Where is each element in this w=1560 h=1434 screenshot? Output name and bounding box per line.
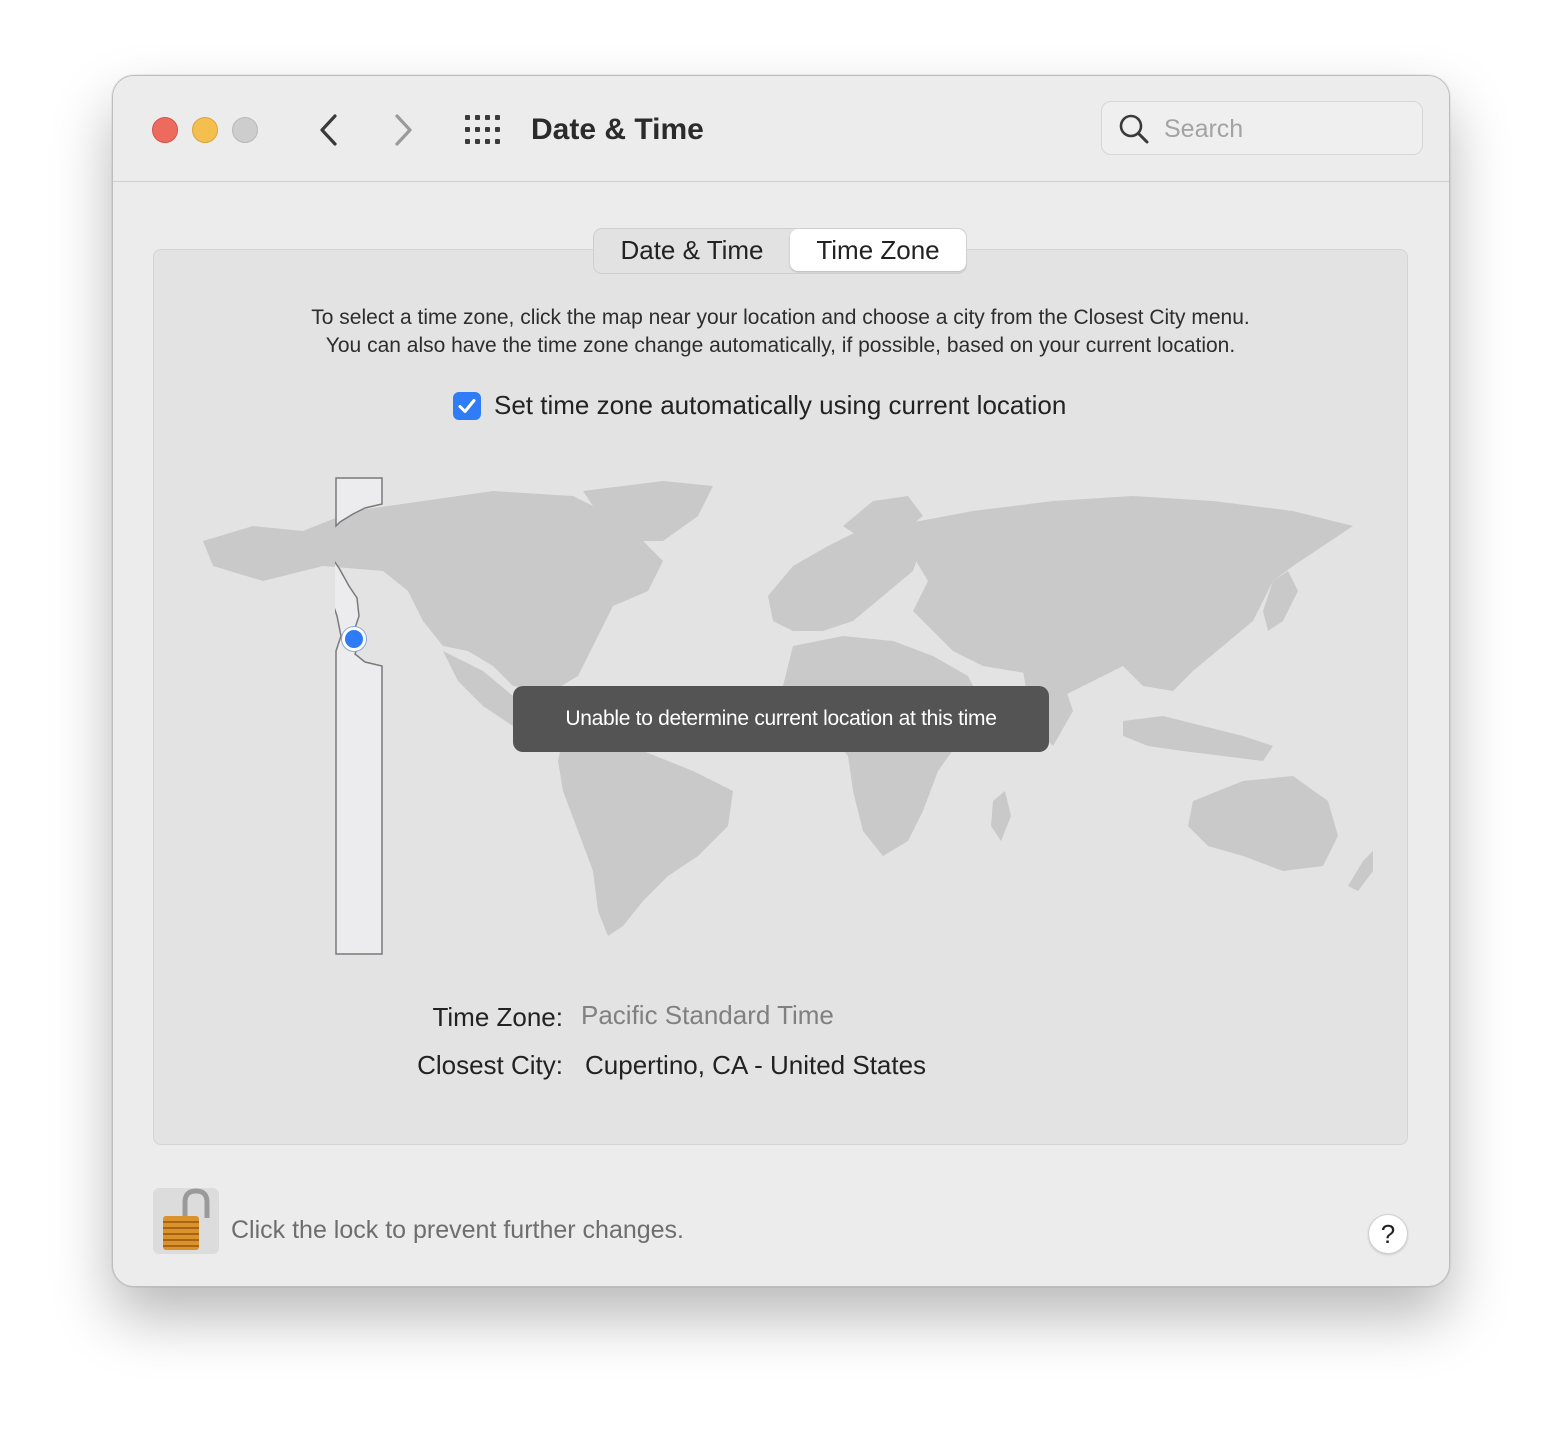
time-zone-value: Pacific Standard Time [581, 1000, 834, 1030]
grid-icon [465, 115, 500, 144]
current-location-marker [342, 627, 366, 651]
lock-button[interactable] [153, 1188, 219, 1254]
minimize-button[interactable] [192, 117, 218, 143]
instructions-line-2: You can also have the time zone change a… [325, 334, 1236, 357]
time-zone-highlight [335, 477, 383, 955]
help-button[interactable]: ? [1368, 1214, 1408, 1254]
close-button[interactable] [152, 117, 178, 143]
forward-button[interactable] [385, 110, 421, 150]
unlocked-padlock-icon [163, 1188, 210, 1250]
tab-bar: Date & Time Time Zone [593, 228, 967, 274]
system-preferences-window: Date & Time Date & Time Time Zone To sel… [112, 75, 1450, 1287]
time-zone-label: Time Zone: [432, 1002, 563, 1032]
auto-time-zone-checkbox[interactable] [453, 391, 481, 420]
instructions-text: To select a time zone, click the map nea… [153, 304, 1408, 360]
lock-status-text: Click the lock to prevent further change… [231, 1216, 685, 1244]
chevron-right-icon [395, 114, 412, 146]
search-icon [1119, 114, 1149, 144]
tab-date-time[interactable]: Date & Time [594, 229, 790, 271]
zoom-button[interactable] [232, 117, 258, 143]
search-input[interactable] [1162, 110, 1406, 148]
closest-city-dropdown[interactable]: Cupertino, CA - United States [585, 1050, 926, 1081]
auto-time-zone-option[interactable]: Set time zone automatically using curren… [453, 390, 1066, 421]
chevron-left-icon [320, 114, 337, 146]
tab-time-zone[interactable]: Time Zone [790, 229, 966, 271]
window-title: Date & Time [531, 113, 704, 146]
auto-time-zone-label: Set time zone automatically using curren… [494, 390, 1067, 420]
back-button[interactable] [311, 110, 347, 150]
title-bar: Date & Time [113, 76, 1449, 182]
instructions-line-1: To select a time zone, click the map nea… [311, 306, 1250, 329]
show-all-button[interactable] [463, 112, 503, 148]
checkmark-icon [458, 398, 476, 413]
search-field[interactable] [1101, 101, 1423, 155]
closest-city-label: Closest City: [417, 1050, 563, 1080]
location-error-toast: Unable to determine current location at … [513, 686, 1049, 752]
